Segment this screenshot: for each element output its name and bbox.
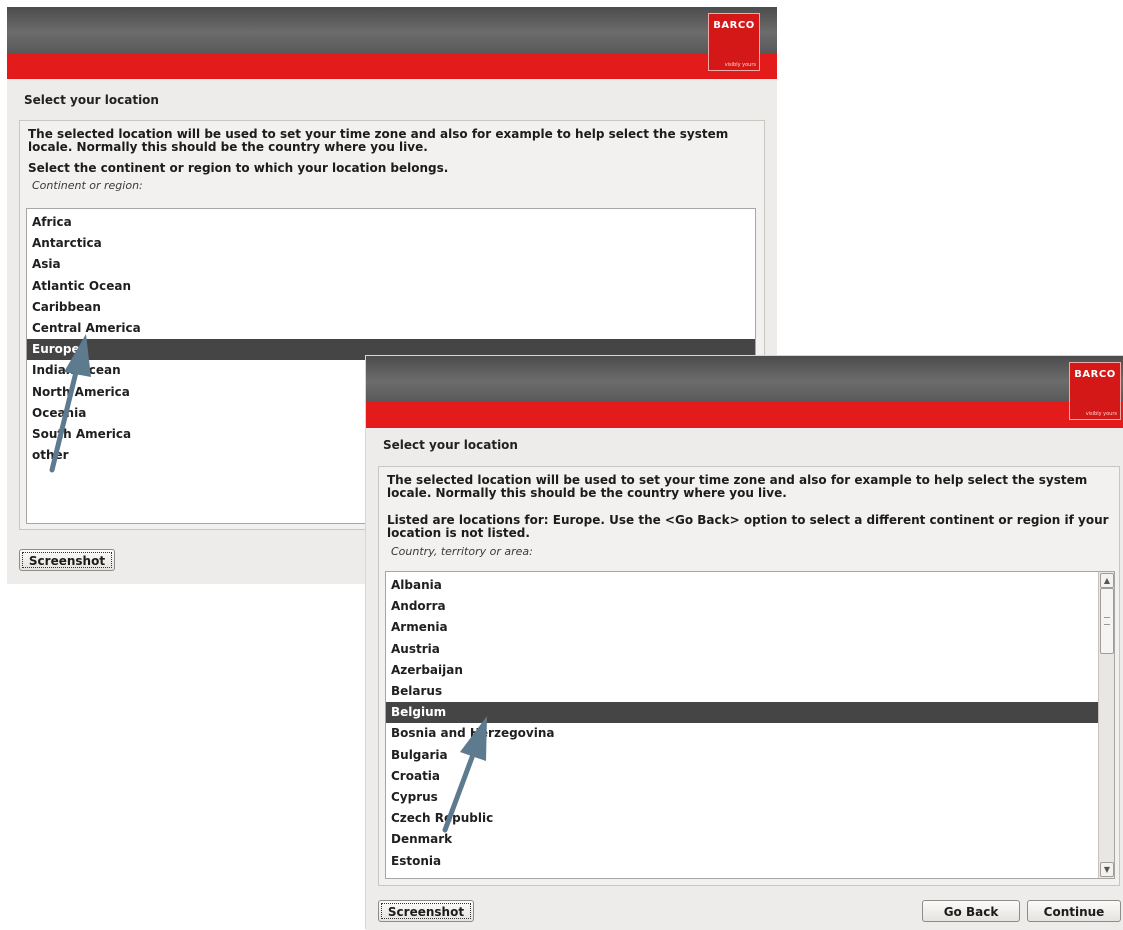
list-item[interactable]: Asia: [27, 254, 755, 275]
list-item[interactable]: Bulgaria: [386, 745, 1098, 766]
scroll-thumb[interactable]: [1100, 588, 1114, 654]
page-title: Select your location: [383, 438, 518, 452]
screenshot-button[interactable]: Screenshot: [19, 549, 115, 571]
list-item[interactable]: Estonia: [386, 851, 1098, 872]
list-item[interactable]: Denmark: [386, 829, 1098, 850]
barco-logo: BARCO visibly yours: [708, 13, 760, 71]
barco-logo: BARCO visibly yours: [1069, 362, 1121, 420]
list-item[interactable]: Central America: [27, 318, 755, 339]
list-item[interactable]: Belarus: [386, 681, 1098, 702]
scroll-up-icon[interactable]: ▲: [1100, 573, 1114, 588]
scroll-down-icon[interactable]: ▼: [1100, 862, 1114, 877]
header-banner: [7, 7, 777, 53]
list-item[interactable]: Cyprus: [386, 787, 1098, 808]
list-item[interactable]: Austria: [386, 639, 1098, 660]
help-text: The selected location will be used to se…: [387, 473, 1088, 500]
content-panel: The selected location will be used to se…: [378, 466, 1120, 886]
list-item[interactable]: Albania: [386, 575, 1098, 596]
list-item[interactable]: Czech Republic: [386, 808, 1098, 829]
list-item[interactable]: Africa: [27, 212, 755, 233]
grip-icon: [1104, 617, 1110, 625]
logo-tagline: visibly yours: [1085, 411, 1117, 417]
list-item[interactable]: Caribbean: [27, 297, 755, 318]
country-list[interactable]: ▲ ▼ Albania Andorra Armenia Austria Azerbaij…: [385, 571, 1115, 879]
prompt-text: Listed are locations for: Europe. Use th…: [387, 513, 1109, 540]
list-label: Continent or region:: [32, 179, 143, 192]
header-banner: [366, 356, 1123, 402]
location-dialog-country: BARCO visibly yours Select your location…: [366, 356, 1123, 930]
list-scrollbar[interactable]: ▲ ▼: [1098, 572, 1114, 878]
list-item[interactable]: Armenia: [386, 617, 1098, 638]
help-text: The selected location will be used to se…: [28, 127, 729, 154]
list-label: Country, territory or area:: [391, 545, 533, 558]
logo-text: BARCO: [713, 20, 755, 31]
header-red-stripe: [7, 53, 777, 79]
logo-text: BARCO: [1074, 369, 1116, 380]
list-item[interactable]: Atlantic Ocean: [27, 276, 755, 297]
list-item[interactable]: Bosnia and Herzegovina: [386, 723, 1098, 744]
list-item[interactable]: Croatia: [386, 766, 1098, 787]
list-item[interactable]: Azerbaijan: [386, 660, 1098, 681]
page-title: Select your location: [24, 93, 159, 107]
prompt-text: Select the continent or region to which …: [28, 161, 449, 175]
header-red-stripe: [366, 402, 1123, 428]
list-item[interactable]: Andorra: [386, 596, 1098, 617]
list-item[interactable]: Belgium: [386, 702, 1098, 724]
list-item[interactable]: Antarctica: [27, 233, 755, 254]
go-back-button[interactable]: Go Back: [922, 900, 1020, 922]
logo-tagline: visibly yours: [724, 62, 756, 68]
screenshot-button[interactable]: Screenshot: [378, 900, 474, 922]
continue-button[interactable]: Continue: [1027, 900, 1121, 922]
